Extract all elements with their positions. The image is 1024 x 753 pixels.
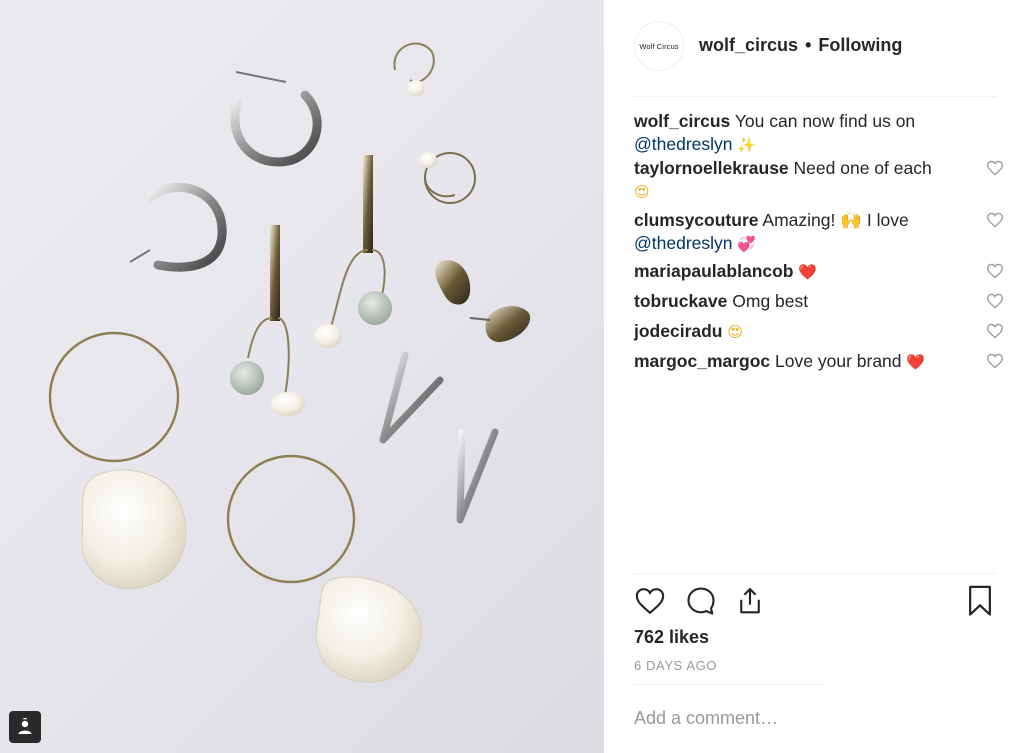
share-button[interactable]: [734, 585, 766, 617]
comment-divider: [634, 684, 826, 685]
comment-emoji: 😍: [727, 323, 744, 341]
comment-row: taylornoellekrause Need one of each 😍: [634, 157, 1004, 209]
comment-username[interactable]: margoc_margoc: [634, 351, 770, 371]
comment-row: tobruckave Omg best: [634, 290, 1004, 320]
tagged-user-button[interactable]: [9, 711, 41, 743]
heart-icon: [635, 588, 665, 615]
following-button[interactable]: Following: [818, 35, 902, 55]
header-divider: [634, 96, 996, 97]
save-button[interactable]: [964, 585, 996, 617]
comment-like-heart-icon[interactable]: [986, 323, 1004, 339]
comment-text: You can now find us on: [734, 111, 916, 131]
header-separator: •: [805, 35, 812, 55]
share-icon: [740, 588, 760, 614]
instagram-post: Wolf Circus wolf_circus • Following wolf…: [0, 0, 1024, 753]
avatar[interactable]: Wolf Circus: [634, 21, 684, 71]
post-photo[interactable]: [0, 0, 604, 753]
post-sidebar: Wolf Circus wolf_circus • Following wolf…: [604, 0, 1024, 753]
comment-row: mariapaulablancob ❤️: [634, 260, 1004, 290]
comment-text: Amazing! 🙌 I love: [762, 210, 909, 230]
comment-username[interactable]: jodeciradu: [634, 321, 723, 341]
comment-text: Love your brand: [775, 351, 902, 371]
action-bar: [634, 585, 996, 619]
bookmark-icon: [969, 585, 991, 616]
comment-username[interactable]: mariapaulablancob: [634, 261, 794, 281]
actions-divider: [634, 573, 996, 574]
comment-button[interactable]: [685, 585, 717, 617]
comment-username[interactable]: wolf_circus: [634, 111, 730, 131]
comment-like-heart-icon[interactable]: [986, 212, 1004, 228]
comment-username[interactable]: tobruckave: [634, 291, 727, 311]
header-line: wolf_circus • Following: [699, 35, 902, 56]
comment-emoji: ❤️: [906, 353, 926, 371]
comment-row: margoc_margoc Love your brand ❤️: [634, 350, 1004, 380]
comment-text: Need one of each: [793, 158, 932, 178]
comment-like-heart-icon[interactable]: [986, 353, 1004, 369]
comment-row: jodeciradu 😍: [634, 320, 1004, 350]
comment-like-heart-icon[interactable]: [986, 160, 1004, 176]
comment-mention[interactable]: @thedreslyn: [634, 233, 733, 253]
comment-text: Omg best: [732, 291, 809, 311]
comments-list: wolf_circus You can now find us on @thed…: [634, 110, 1004, 380]
comment-row: wolf_circus You can now find us on @thed…: [634, 110, 1004, 157]
comment-emoji: ❤️: [798, 263, 818, 281]
comment-username[interactable]: taylornoellekrause: [634, 158, 789, 178]
tag-person-icon: [18, 718, 32, 734]
comment-mention[interactable]: @thedreslyn: [634, 134, 733, 154]
likes-count[interactable]: 762 likes: [634, 627, 709, 648]
comment-icon: [687, 587, 715, 615]
comment-like-heart-icon[interactable]: [986, 263, 1004, 279]
comment-row: clumsycouture Amazing! 🙌 I love @thedres…: [634, 209, 1004, 260]
comment-username[interactable]: clumsycouture: [634, 210, 758, 230]
post-timestamp[interactable]: 6 DAYS AGO: [634, 658, 717, 673]
username-link[interactable]: wolf_circus: [699, 35, 798, 55]
comment-emoji: 😍: [634, 183, 650, 201]
comment-emoji: 💞: [737, 235, 757, 253]
add-comment-input[interactable]: [634, 702, 996, 734]
comment-emoji: ✨: [737, 136, 757, 154]
post-header: Wolf Circus wolf_circus • Following: [604, 0, 1024, 96]
like-button[interactable]: [634, 585, 666, 617]
earrings-photo: [48, 42, 531, 683]
avatar-label: Wolf Circus: [639, 41, 679, 51]
comment-like-heart-icon[interactable]: [986, 293, 1004, 309]
